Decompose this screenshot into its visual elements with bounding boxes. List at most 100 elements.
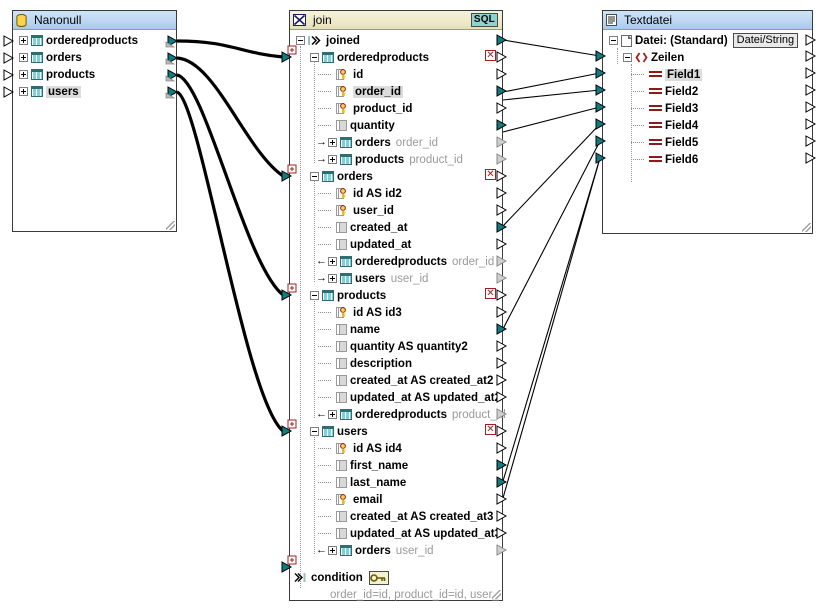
target-title: Textdatei — [624, 13, 672, 27]
join-field-row[interactable]: updated_at — [290, 236, 502, 253]
join-component[interactable]: join SQL joined✕orderedproductsidorder_i… — [289, 10, 503, 601]
target-field-row[interactable]: Field5 — [603, 134, 812, 151]
target-field-row[interactable]: Field3 — [603, 100, 812, 117]
source-item-label: orderedproducts — [46, 35, 138, 47]
join-field-row[interactable]: quantity — [290, 117, 502, 134]
expand-icon[interactable] — [328, 410, 337, 419]
join-row-label: orders — [337, 171, 373, 183]
key-column-icon — [336, 205, 350, 216]
join-tree: joined✕orderedproductsidorder_idproduct_… — [290, 30, 502, 559]
join-field-row[interactable]: created_at — [290, 219, 502, 236]
join-field-row[interactable]: order_id — [290, 83, 502, 100]
arrow-left-icon: ← — [316, 545, 327, 556]
expand-icon[interactable] — [328, 274, 337, 283]
expand-icon[interactable] — [19, 87, 28, 96]
column-icon — [336, 392, 347, 403]
tree-guide — [324, 223, 333, 232]
collapse-icon[interactable] — [296, 36, 305, 45]
join-row-label: users — [355, 273, 386, 285]
tree-guide — [324, 495, 333, 504]
column-icon — [336, 460, 347, 471]
join-field-row[interactable]: quantity AS quantity2 — [290, 338, 502, 355]
join-relation-row[interactable]: →productsproduct_id — [290, 151, 502, 168]
join-table-row[interactable]: users — [290, 423, 502, 440]
source-item-products[interactable]: products — [13, 66, 176, 83]
resize-grip[interactable] — [802, 223, 811, 232]
target-component-textdatei[interactable]: Textdatei Datei: (Standard) Datei/String… — [602, 10, 813, 234]
target-field-row[interactable]: Field4 — [603, 117, 812, 134]
resize-grip[interactable] — [492, 590, 501, 599]
tree-guide — [324, 87, 333, 96]
join-field-row[interactable]: description — [290, 355, 502, 372]
textfile-icon — [606, 14, 617, 26]
join-field-row[interactable]: last_name — [290, 474, 502, 491]
target-field-row[interactable]: Field1 — [603, 66, 812, 83]
tree-guide — [314, 180, 315, 282]
key-button[interactable] — [369, 571, 389, 585]
column-icon — [336, 511, 347, 522]
expand-icon[interactable] — [19, 36, 28, 45]
join-field-row[interactable]: updated_at AS updated_at2 — [290, 389, 502, 406]
join-field-row[interactable]: id AS id4 — [290, 440, 502, 457]
join-row-label: orderedproducts — [355, 409, 447, 421]
join-field-row[interactable]: created_at AS created_at3 — [290, 508, 502, 525]
table-icon — [322, 52, 334, 63]
tree-guide — [324, 104, 333, 113]
join-field-row[interactable]: first_name — [290, 457, 502, 474]
tree-guide — [324, 325, 333, 334]
join-field-row[interactable]: id — [290, 66, 502, 83]
join-row-sublabel: product_id — [409, 154, 463, 166]
file-icon — [621, 35, 632, 47]
join-row-label: joined — [326, 35, 360, 47]
target-titlebar[interactable]: Textdatei — [603, 11, 812, 30]
join-relation-row[interactable]: →ordersorder_id — [290, 134, 502, 151]
resize-grip[interactable] — [166, 221, 175, 230]
expand-icon[interactable] — [328, 138, 337, 147]
table-icon — [340, 273, 352, 284]
table-icon — [31, 69, 43, 80]
target-field-row[interactable]: Field6 — [603, 151, 812, 168]
join-field-row[interactable]: product_id — [290, 100, 502, 117]
expand-icon[interactable] — [19, 70, 28, 79]
expand-icon[interactable] — [328, 546, 337, 555]
join-relation-row[interactable]: ←ordersuser_id — [290, 542, 502, 559]
join-field-row[interactable]: id AS id2 — [290, 185, 502, 202]
join-titlebar[interactable]: join SQL — [290, 11, 502, 30]
join-field-row[interactable]: user_id — [290, 202, 502, 219]
collapse-icon[interactable] — [623, 53, 632, 62]
target-file-row[interactable]: Datei: (Standard) Datei/String — [603, 32, 812, 49]
source-item-orderedproducts[interactable]: orderedproducts — [13, 32, 176, 49]
table-icon — [340, 545, 352, 556]
join-field-row[interactable]: name — [290, 321, 502, 338]
expand-icon[interactable] — [328, 155, 337, 164]
join-condition-row[interactable]: condition — [294, 569, 389, 586]
join-table-row[interactable]: orders — [290, 168, 502, 185]
join-relation-row[interactable]: ←orderedproductsorder_id — [290, 253, 502, 270]
join-field-row[interactable]: id AS id3 — [290, 304, 502, 321]
source-item-orders[interactable]: orders — [13, 49, 176, 66]
collapse-icon[interactable] — [609, 36, 618, 45]
datei-string-button[interactable]: Datei/String — [733, 33, 798, 48]
target-field-row[interactable]: Field2 — [603, 83, 812, 100]
source-titlebar[interactable]: Nanonull — [13, 11, 176, 30]
table-icon — [322, 426, 334, 437]
expand-icon[interactable] — [328, 257, 337, 266]
join-field-row[interactable]: created_at AS created_at2 — [290, 372, 502, 389]
join-field-row[interactable]: updated_at AS updated_at3 — [290, 525, 502, 542]
source-component-nanonull[interactable]: Nanonull orderedproducts orders products… — [12, 10, 177, 232]
join-root-row[interactable]: joined — [290, 32, 502, 49]
target-rows-node[interactable]: Zeilen — [603, 49, 812, 66]
tree-guide — [324, 189, 333, 198]
source-item-users[interactable]: users — [13, 83, 176, 100]
join-relation-row[interactable]: ←orderedproductsproduct_id — [290, 406, 502, 423]
join-row-label: orderedproducts — [337, 52, 429, 64]
tree-guide — [314, 299, 315, 418]
join-row-label: last_name — [350, 477, 406, 489]
join-relation-row[interactable]: →usersuser_id — [290, 270, 502, 287]
expand-icon[interactable] — [19, 53, 28, 62]
join-field-row[interactable]: email — [290, 491, 502, 508]
join-table-row[interactable]: orderedproducts — [290, 49, 502, 66]
database-icon — [16, 14, 27, 27]
join-table-row[interactable]: products — [290, 287, 502, 304]
source-item-label: users — [46, 86, 81, 98]
